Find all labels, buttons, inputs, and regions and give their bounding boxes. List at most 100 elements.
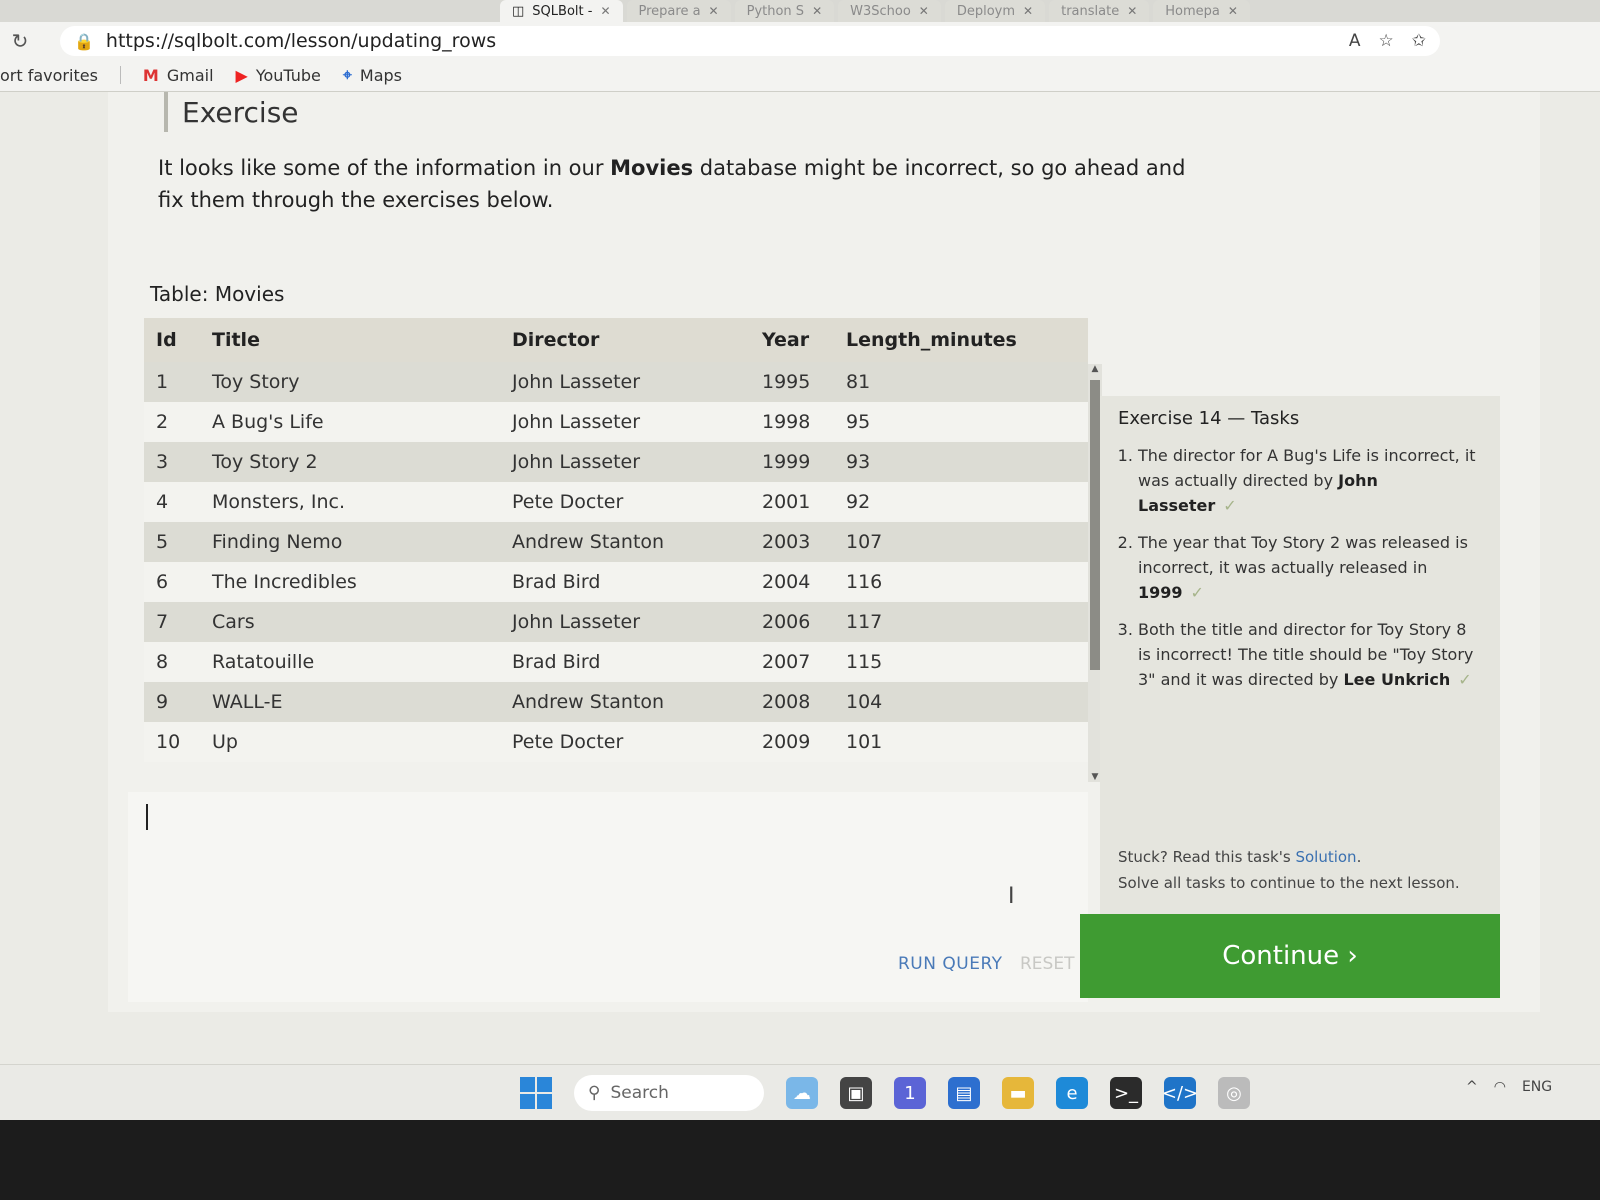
lock-icon: 🔒 bbox=[74, 31, 94, 51]
favorite-youtube[interactable]: ▶ YouTube bbox=[236, 66, 321, 85]
table-cell: Monsters, Inc. bbox=[200, 482, 500, 522]
taskbar-search[interactable]: ⚲ Search bbox=[574, 1075, 764, 1111]
movies-table: Id Title Director Year Length_minutes 1 … bbox=[144, 318, 1088, 762]
exercise-intro: It looks like some of the information in… bbox=[158, 152, 1198, 216]
favorites-label[interactable]: ort favorites bbox=[0, 66, 98, 85]
scroll-up-icon[interactable]: ▲ bbox=[1088, 364, 1102, 374]
taskbar-center: ⚲ Search ☁ ▣ 1 ▤ ▬ e >_ </> ◎ bbox=[520, 1071, 1250, 1115]
scrollbar-thumb[interactable] bbox=[1090, 380, 1100, 670]
reset-button[interactable]: RESET bbox=[1020, 954, 1074, 974]
favorite-maps[interactable]: ⌖ Maps bbox=[343, 65, 402, 85]
tab-deploy[interactable]: Deploym ✕ bbox=[944, 0, 1046, 22]
table-cell: Cars bbox=[200, 602, 500, 642]
tasks-title: Exercise 14 — Tasks bbox=[1118, 408, 1300, 429]
store-icon[interactable]: ▤ bbox=[948, 1077, 980, 1109]
network-icon[interactable]: ◠ bbox=[1494, 1079, 1506, 1095]
gmail-icon: M bbox=[142, 65, 159, 85]
search-placeholder: Search bbox=[610, 1083, 669, 1103]
tab-translate[interactable]: translate ✕ bbox=[1049, 0, 1150, 22]
system-tray: ^ ◠ ENG bbox=[1466, 1079, 1552, 1095]
app-icon[interactable]: ◎ bbox=[1218, 1077, 1250, 1109]
table-cell: Ratatouille bbox=[200, 642, 500, 682]
search-icon: ⚲ bbox=[588, 1083, 601, 1103]
column-header: Id bbox=[144, 318, 200, 362]
table-cell: 81 bbox=[834, 362, 1088, 402]
close-icon[interactable]: ✕ bbox=[812, 4, 822, 18]
monitor-bezel bbox=[0, 1120, 1600, 1200]
task-item: The director for A Bug's Life is incorre… bbox=[1138, 443, 1482, 518]
close-icon[interactable]: ✕ bbox=[709, 4, 719, 18]
tab-sqlbolt[interactable]: ◫ SQLBolt - ✕ bbox=[500, 0, 623, 22]
table-cell: Up bbox=[200, 722, 500, 762]
table-cell: Pete Docter bbox=[500, 722, 750, 762]
tasks-panel: Exercise 14 — Tasks The director for A B… bbox=[1100, 396, 1500, 914]
database-icon: ◫ bbox=[512, 3, 525, 19]
table-cell: 2007 bbox=[750, 642, 834, 682]
table-cell: John Lasseter bbox=[500, 402, 750, 442]
table-row: 2 A Bug's Life John Lasseter 1998 95 bbox=[144, 402, 1088, 442]
favorites-bar: ort favorites M Gmail ▶ YouTube ⌖ Maps bbox=[0, 60, 1600, 90]
table-row: 8 Ratatouille Brad Bird 2007 115 bbox=[144, 642, 1088, 682]
solution-link[interactable]: Solution bbox=[1295, 848, 1356, 866]
tab-w3schools[interactable]: W3Schoo ✕ bbox=[838, 0, 941, 22]
terminal-icon[interactable]: >_ bbox=[1110, 1077, 1142, 1109]
teams-chat-icon[interactable]: 1 bbox=[894, 1077, 926, 1109]
favorites-icon[interactable]: ✩ bbox=[1412, 31, 1426, 51]
table-cell: Andrew Stanton bbox=[500, 522, 750, 562]
tab-python[interactable]: Python S ✕ bbox=[734, 0, 835, 22]
column-header: Title bbox=[200, 318, 500, 362]
table-cell: 107 bbox=[834, 522, 1088, 562]
chevron-up-icon[interactable]: ^ bbox=[1466, 1079, 1478, 1095]
close-icon[interactable]: ✕ bbox=[1127, 4, 1137, 18]
windows-start-icon[interactable] bbox=[520, 1077, 552, 1109]
checkmark-icon: ✓ bbox=[1223, 496, 1237, 515]
task-view-icon[interactable]: ▣ bbox=[840, 1077, 872, 1109]
table-cell: The Incredibles bbox=[200, 562, 500, 602]
read-aloud-icon[interactable]: A bbox=[1349, 31, 1361, 51]
reload-icon[interactable]: ↻ bbox=[0, 29, 40, 53]
table-cell: Pete Docter bbox=[500, 482, 750, 522]
continue-button[interactable]: Continue › bbox=[1080, 914, 1500, 998]
widgets-icon[interactable]: ☁ bbox=[786, 1077, 818, 1109]
checkmark-icon: ✓ bbox=[1458, 670, 1472, 689]
table-cell: 1999 bbox=[750, 442, 834, 482]
run-query-button[interactable]: RUN QUERY bbox=[898, 954, 1003, 974]
tab-label: SQLBolt - bbox=[532, 3, 593, 19]
address-bar[interactable]: 🔒 https://sqlbolt.com/lesson/updating_ro… bbox=[60, 26, 1440, 56]
close-icon[interactable]: ✕ bbox=[1023, 4, 1033, 18]
table-row: 6 The Incredibles Brad Bird 2004 116 bbox=[144, 562, 1088, 602]
tab-prepare[interactable]: Prepare a ✕ bbox=[626, 0, 731, 22]
exercise-heading: Exercise bbox=[164, 92, 1164, 132]
tab-homepage[interactable]: Homepa ✕ bbox=[1153, 0, 1250, 22]
table-cell: 2006 bbox=[750, 602, 834, 642]
help-text: Stuck? Read this task's Solution. Solve … bbox=[1100, 844, 1500, 896]
close-icon[interactable]: ✕ bbox=[919, 4, 929, 18]
table-cell: 2004 bbox=[750, 562, 834, 602]
vscode-icon[interactable]: </> bbox=[1162, 1077, 1198, 1109]
language-indicator[interactable]: ENG bbox=[1522, 1079, 1552, 1095]
table-cell: 116 bbox=[834, 562, 1088, 602]
table-cell: 104 bbox=[834, 682, 1088, 722]
url-text[interactable]: https://sqlbolt.com/lesson/updating_rows bbox=[106, 30, 496, 52]
file-explorer-icon[interactable]: ▬ bbox=[1002, 1077, 1034, 1109]
table-row: 4 Monsters, Inc. Pete Docter 2001 92 bbox=[144, 482, 1088, 522]
tab-label: Python S bbox=[746, 3, 805, 19]
table-cell: 2008 bbox=[750, 682, 834, 722]
checkmark-icon: ✓ bbox=[1190, 583, 1204, 602]
favorite-gmail[interactable]: M Gmail bbox=[143, 66, 214, 85]
add-favorite-icon[interactable]: ☆ bbox=[1379, 31, 1394, 51]
address-row: ↻ 🔒 https://sqlbolt.com/lesson/updating_… bbox=[0, 24, 1600, 58]
edge-browser-icon[interactable]: e bbox=[1056, 1077, 1088, 1109]
table-cell: 3 bbox=[144, 442, 200, 482]
table-label: Table: Movies bbox=[150, 282, 285, 306]
task-answer: 1999 bbox=[1138, 583, 1183, 602]
close-icon[interactable]: ✕ bbox=[600, 4, 610, 18]
table-cell: 93 bbox=[834, 442, 1088, 482]
table-cell: 8 bbox=[144, 642, 200, 682]
table-cell: Finding Nemo bbox=[200, 522, 500, 562]
intro-text: It looks like some of the information in… bbox=[158, 156, 611, 180]
table-cell: 1998 bbox=[750, 402, 834, 442]
close-icon[interactable]: ✕ bbox=[1228, 4, 1238, 18]
table-row: 7 Cars John Lasseter 2006 117 bbox=[144, 602, 1088, 642]
table-header-row: Id Title Director Year Length_minutes bbox=[144, 318, 1088, 362]
